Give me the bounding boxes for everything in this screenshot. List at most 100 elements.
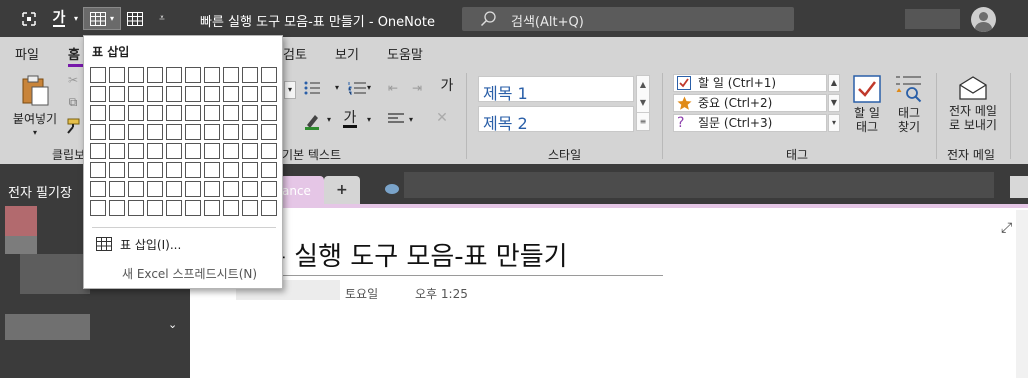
page-scrollbar[interactable]	[1016, 210, 1028, 378]
tag-important[interactable]: 중요 (Ctrl+2)	[673, 94, 827, 112]
chevron-down-icon[interactable]: ▾	[71, 7, 81, 30]
screen-clip-icon[interactable]	[18, 7, 40, 30]
table-grid-cell[interactable]	[109, 67, 125, 83]
table-grid-cell[interactable]	[242, 143, 258, 159]
table-grid-cell[interactable]	[185, 105, 201, 121]
table-grid-cell[interactable]	[185, 162, 201, 178]
table-grid-cell[interactable]	[185, 86, 201, 102]
table-grid-cell[interactable]	[261, 162, 277, 178]
table-grid-cell[interactable]	[109, 162, 125, 178]
table-grid-cell[interactable]	[261, 181, 277, 197]
table-grid-cell[interactable]	[223, 105, 239, 121]
table-grid-cell[interactable]	[242, 124, 258, 140]
table-grid-cell[interactable]	[204, 67, 220, 83]
tab-review[interactable]: 검토	[283, 44, 307, 63]
todo-tag-button[interactable]: 할 일 태그	[850, 75, 884, 134]
table-grid-cell[interactable]	[261, 67, 277, 83]
table-grid-cell[interactable]	[223, 67, 239, 83]
table-grid-cell[interactable]	[128, 105, 144, 121]
table-grid-cell[interactable]	[147, 124, 163, 140]
chevron-down-icon[interactable]: ▾	[324, 113, 334, 127]
tags-more[interactable]: ▾	[828, 114, 840, 132]
highlight-icon[interactable]	[302, 113, 322, 134]
insert-table-quick-button[interactable]: ▾	[83, 7, 121, 30]
tab-help[interactable]: 도움말	[387, 44, 423, 63]
table-grid-cell[interactable]	[166, 105, 182, 121]
table-grid-cell[interactable]	[204, 181, 220, 197]
table-grid-cell[interactable]	[185, 143, 201, 159]
styles-scroll[interactable]: ▲ ▼ ≡	[636, 75, 650, 131]
tags-scroll-up[interactable]: ▲	[828, 74, 840, 92]
tab-file[interactable]: 파일	[15, 44, 39, 63]
chevron-down-icon[interactable]: ▾	[406, 113, 416, 127]
table-grid-cell[interactable]	[223, 86, 239, 102]
avatar[interactable]	[971, 7, 996, 32]
expand-icon[interactable]: ⤢	[1001, 220, 1012, 236]
bullets-button[interactable]	[300, 81, 330, 98]
table-grid-cell[interactable]	[166, 181, 182, 197]
table-grid-cell[interactable]	[147, 181, 163, 197]
style-heading1[interactable]: 제목 1	[478, 76, 634, 103]
tag-todo[interactable]: 할 일 (Ctrl+1)	[673, 74, 827, 92]
table-grid-cell[interactable]	[242, 105, 258, 121]
chevron-down-icon[interactable]: ▾	[332, 81, 342, 95]
table-grid-cell[interactable]	[147, 143, 163, 159]
table-grid-cell[interactable]	[166, 67, 182, 83]
table-grid-cell[interactable]	[185, 181, 201, 197]
table-grid-cell[interactable]	[109, 105, 125, 121]
font-size-dropdown[interactable]: ▾	[284, 81, 296, 99]
format-painter-icon[interactable]	[64, 118, 82, 137]
table-grid-cell[interactable]	[109, 181, 125, 197]
table-grid-cell[interactable]	[204, 200, 220, 216]
table-grid-cell[interactable]	[109, 143, 125, 159]
tag-question[interactable]: ? 질문 (Ctrl+3)	[673, 114, 827, 132]
table-grid-cell[interactable]	[147, 200, 163, 216]
table-grid-cell[interactable]	[242, 181, 258, 197]
align-icon[interactable]	[386, 113, 406, 128]
style-heading2[interactable]: 제목 2	[478, 106, 634, 133]
table-grid-cell[interactable]	[90, 143, 106, 159]
table-grid-cell[interactable]	[185, 67, 201, 83]
table-grid-cell[interactable]	[128, 67, 144, 83]
table-grid-cell[interactable]	[204, 124, 220, 140]
table-grid-cell[interactable]	[185, 200, 201, 216]
table-grid-cell[interactable]	[128, 124, 144, 140]
table-grid-cell[interactable]	[242, 162, 258, 178]
table-grid-cell[interactable]	[90, 162, 106, 178]
table-grid-cell[interactable]	[109, 124, 125, 140]
table-grid-cell[interactable]	[185, 124, 201, 140]
insert-table-menu-item[interactable]: 표 삽입(I)...	[96, 236, 181, 253]
table-grid-cell[interactable]	[147, 105, 163, 121]
blurred-section-row[interactable]	[5, 314, 90, 340]
table-grid-cell[interactable]	[261, 200, 277, 216]
font-color-button[interactable]: 가	[340, 111, 360, 128]
table-icon[interactable]	[124, 7, 146, 30]
table-grid-cell[interactable]	[204, 143, 220, 159]
new-excel-menu-item[interactable]: 새 Excel 스프레드시트(N)	[122, 265, 257, 282]
cut-icon[interactable]: ✂	[65, 73, 81, 87]
table-grid-cell[interactable]	[204, 86, 220, 102]
table-grid-cell[interactable]	[109, 200, 125, 216]
table-grid-cell[interactable]	[166, 162, 182, 178]
table-grid-cell[interactable]	[261, 143, 277, 159]
increase-indent-icon[interactable]: ⇥	[408, 81, 426, 95]
table-grid-cell[interactable]	[128, 162, 144, 178]
table-grid-cell[interactable]	[223, 181, 239, 197]
chevron-down-icon[interactable]: ⌄	[168, 318, 177, 331]
table-grid-cell[interactable]	[128, 200, 144, 216]
table-grid-cell[interactable]	[166, 124, 182, 140]
table-grid-cell[interactable]	[242, 67, 258, 83]
table-grid-cell[interactable]	[90, 200, 106, 216]
clear-formatting-button[interactable]: 가	[438, 79, 456, 93]
find-tags-button[interactable]: 태그 찾기	[892, 73, 926, 134]
tags-scroll-down[interactable]: ▼	[828, 94, 840, 112]
decrease-indent-icon[interactable]: ⇤	[384, 81, 402, 95]
table-grid-cell[interactable]	[204, 105, 220, 121]
table-grid-cell[interactable]	[261, 105, 277, 121]
table-grid-cell[interactable]	[128, 143, 144, 159]
table-grid-cell[interactable]	[166, 143, 182, 159]
table-grid-cell[interactable]	[128, 86, 144, 102]
table-grid-cell[interactable]	[166, 86, 182, 102]
delete-icon[interactable]: ✕	[434, 111, 450, 125]
table-grid-cell[interactable]	[147, 86, 163, 102]
